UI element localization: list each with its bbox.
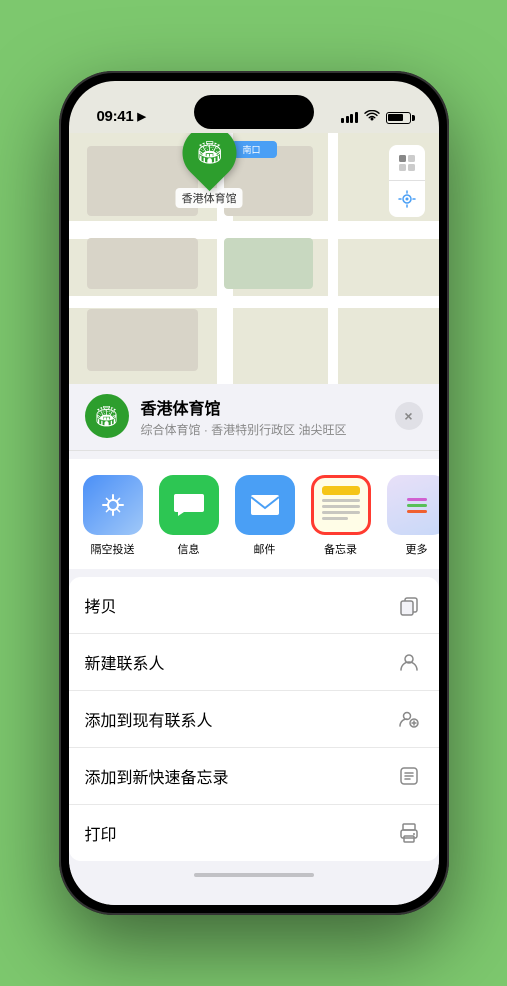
wifi-icon (364, 110, 380, 125)
notes-label: 备忘录 (324, 541, 357, 557)
copy-menu-item[interactable]: 拷贝 (69, 577, 439, 634)
phone-screen: 09:41 ▶ (69, 81, 439, 905)
home-bar (194, 873, 314, 877)
add-note-icon (395, 762, 423, 790)
status-icons (341, 110, 411, 125)
mail-icon (235, 475, 295, 535)
map-block (87, 309, 198, 372)
map-road (328, 133, 338, 384)
share-notes-button[interactable]: 备忘录 (305, 475, 377, 557)
airdrop-icon (83, 475, 143, 535)
share-mail-button[interactable]: 邮件 (229, 475, 301, 557)
add-existing-label: 添加到现有联系人 (85, 707, 213, 731)
venue-pin[interactable]: 🏟 香港体育馆 (176, 133, 243, 208)
map-area[interactable]: 南口 🏟 香港体育馆 (69, 133, 439, 384)
map-road (69, 221, 439, 239)
venue-name: 香港体育馆 (141, 395, 383, 419)
add-existing-menu-item[interactable]: 添加到现有联系人 (69, 691, 439, 748)
location-button[interactable] (389, 181, 425, 217)
venue-subtitle: 综合体育馆 · 香港特别行政区 油尖旺区 (141, 421, 383, 438)
print-menu-item[interactable]: 打印 (69, 805, 439, 861)
home-indicator (69, 865, 439, 885)
map-block (224, 238, 313, 288)
status-time: 09:41 (97, 108, 134, 125)
menu-section: 拷贝 新建联系人 (69, 577, 439, 861)
signal-bars-icon (341, 112, 358, 123)
bottom-sheet: 🏟 香港体育馆 综合体育馆 · 香港特别行政区 油尖旺区 × (69, 384, 439, 905)
map-road (69, 296, 439, 308)
more-icon (387, 475, 439, 535)
notes-icon (311, 475, 371, 535)
map-view-button[interactable] (389, 145, 425, 181)
new-contact-icon (395, 648, 423, 676)
add-note-menu-item[interactable]: 添加到新快速备忘录 (69, 748, 439, 805)
messages-icon (159, 475, 219, 535)
close-button[interactable]: × (395, 402, 423, 430)
venue-info-row: 🏟 香港体育馆 综合体育馆 · 香港特别行政区 油尖旺区 × (69, 384, 439, 451)
pin-emoji: 🏟 (195, 140, 223, 166)
share-airdrop-button[interactable]: 隔空投送 (77, 475, 149, 557)
add-existing-icon (395, 705, 423, 733)
phone-frame: 09:41 ▶ (59, 71, 449, 915)
more-label: 更多 (406, 541, 428, 557)
mail-label: 邮件 (254, 541, 276, 557)
new-contact-label: 新建联系人 (85, 650, 165, 674)
airdrop-label: 隔空投送 (91, 541, 135, 557)
print-label: 打印 (85, 821, 117, 845)
share-messages-button[interactable]: 信息 (153, 475, 225, 557)
map-controls (389, 145, 425, 217)
dynamic-island (194, 95, 314, 129)
print-icon (395, 819, 423, 847)
share-actions-inner: 隔空投送 信息 (77, 475, 431, 557)
messages-label: 信息 (178, 541, 200, 557)
venue-text: 香港体育馆 综合体育馆 · 香港特别行政区 油尖旺区 (141, 395, 383, 438)
share-more-button[interactable]: 更多 (381, 475, 439, 557)
location-arrow-icon: ▶ (137, 110, 145, 123)
pin-bubble: 🏟 (171, 133, 247, 191)
new-contact-menu-item[interactable]: 新建联系人 (69, 634, 439, 691)
battery-icon (386, 112, 411, 124)
venue-icon: 🏟 (85, 394, 129, 438)
share-actions-row: 隔空投送 信息 (69, 459, 439, 569)
add-note-label: 添加到新快速备忘录 (85, 764, 229, 788)
copy-icon (395, 591, 423, 619)
copy-label: 拷贝 (85, 593, 117, 617)
map-block (87, 238, 198, 288)
